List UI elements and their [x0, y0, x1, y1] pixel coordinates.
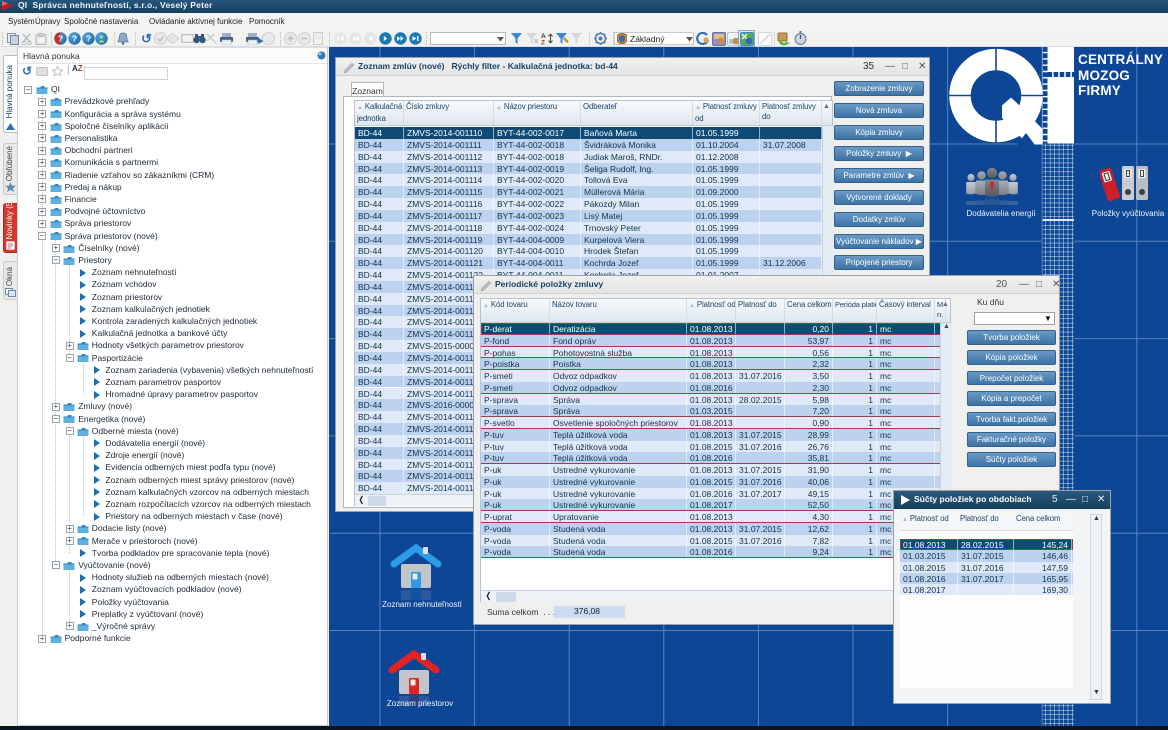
svg-text:?: ? — [86, 34, 91, 44]
svg-text:?: ? — [72, 34, 77, 44]
svg-text:?: ? — [58, 34, 63, 44]
svg-text:Z: Z — [541, 40, 545, 46]
